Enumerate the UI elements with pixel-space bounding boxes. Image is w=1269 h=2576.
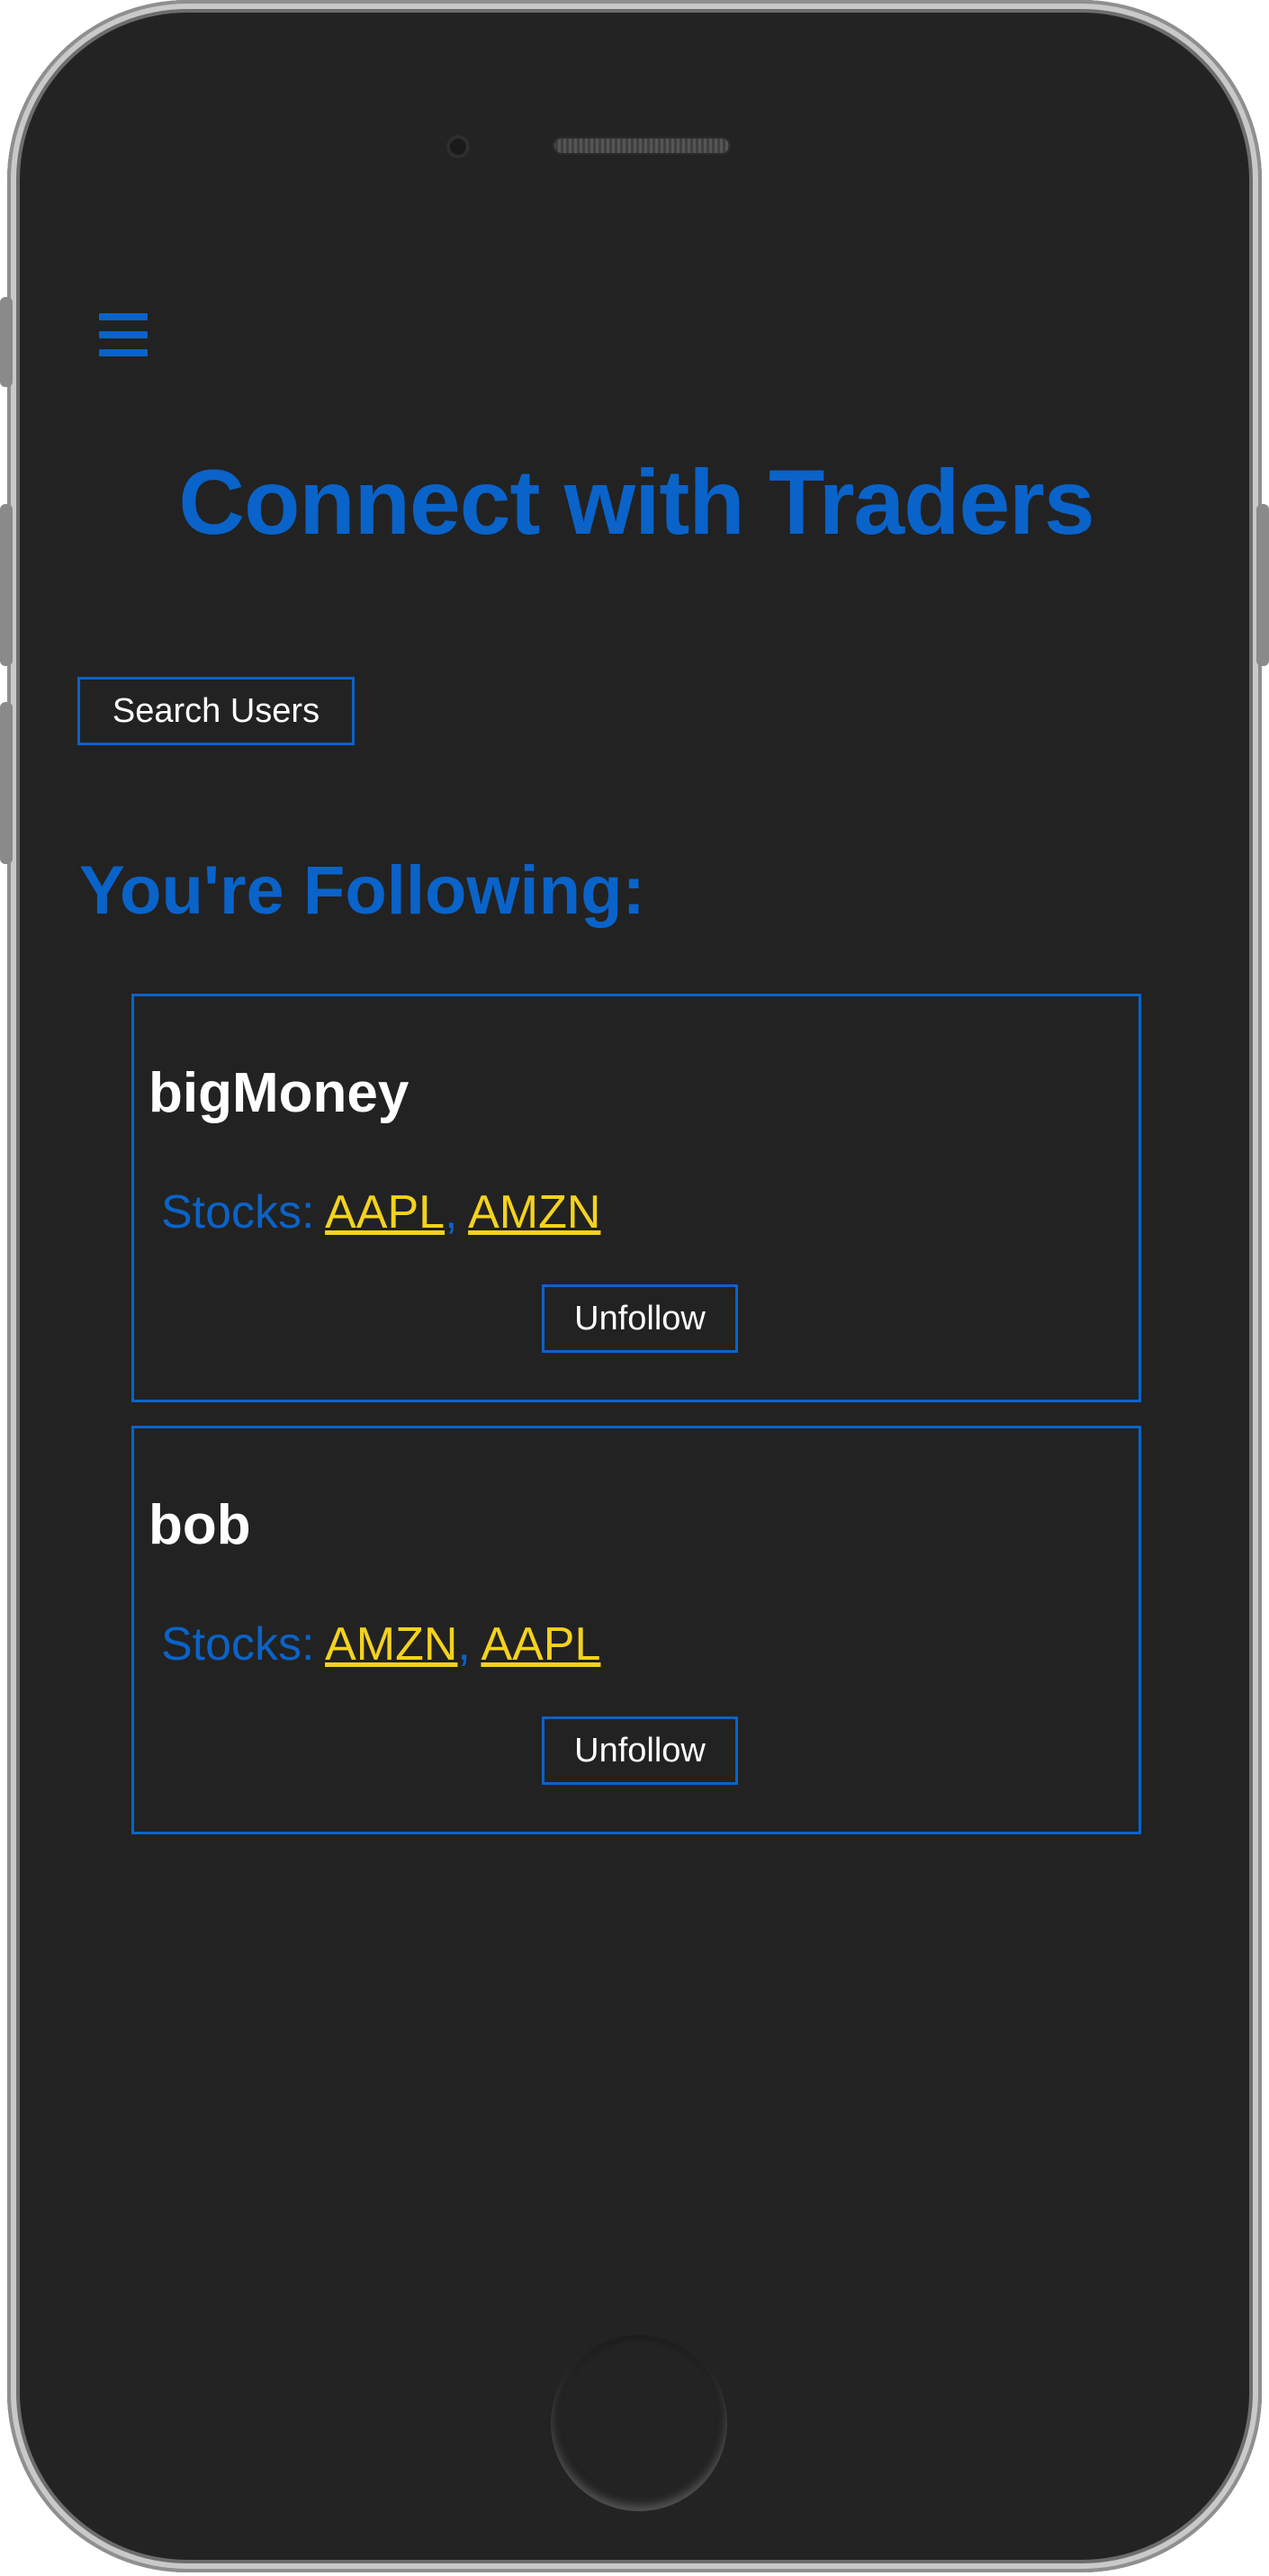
- volume-up-button: [0, 504, 13, 666]
- mute-switch: [0, 297, 13, 387]
- user-name: bob: [148, 1494, 251, 1556]
- page-title: Connect with Traders: [178, 451, 1094, 554]
- followed-user-card: bob Stocks: AMZN, AAPL Unfollow: [131, 1426, 1141, 1834]
- followed-user-card: bigMoney Stocks: AAPL, AMZN Unfollow: [131, 994, 1141, 1402]
- stock-link[interactable]: AAPL: [481, 1618, 600, 1671]
- volume-down-button: [0, 702, 13, 864]
- unfollow-button[interactable]: Unfollow: [542, 1284, 738, 1353]
- following-heading: You're Following:: [79, 852, 645, 929]
- stocks-line: Stocks: AMZN, AAPL: [161, 1617, 600, 1671]
- front-camera-icon: [446, 135, 470, 158]
- stock-separator: ,: [445, 1186, 458, 1238]
- app-screen: Connect with Traders Search Users You're…: [77, 290, 1195, 2277]
- phone-frame: Connect with Traders Search Users You're…: [0, 0, 1269, 2572]
- stocks-line: Stocks: AAPL, AMZN: [161, 1185, 600, 1239]
- user-name: bigMoney: [148, 1062, 410, 1124]
- stocks-label: Stocks:: [161, 1618, 315, 1671]
- stock-link[interactable]: AAPL: [325, 1186, 445, 1238]
- unfollow-button[interactable]: Unfollow: [542, 1716, 738, 1785]
- stock-link[interactable]: AMZN: [325, 1618, 457, 1671]
- search-users-button[interactable]: Search Users: [77, 677, 355, 745]
- hamburger-menu-icon[interactable]: [99, 311, 148, 358]
- stocks-label: Stocks:: [161, 1186, 315, 1238]
- earpiece-speaker-icon: [553, 137, 731, 155]
- stock-separator: ,: [457, 1618, 471, 1671]
- home-button[interactable]: [551, 2335, 727, 2511]
- stock-link[interactable]: AMZN: [468, 1186, 600, 1238]
- power-button: [1256, 504, 1269, 666]
